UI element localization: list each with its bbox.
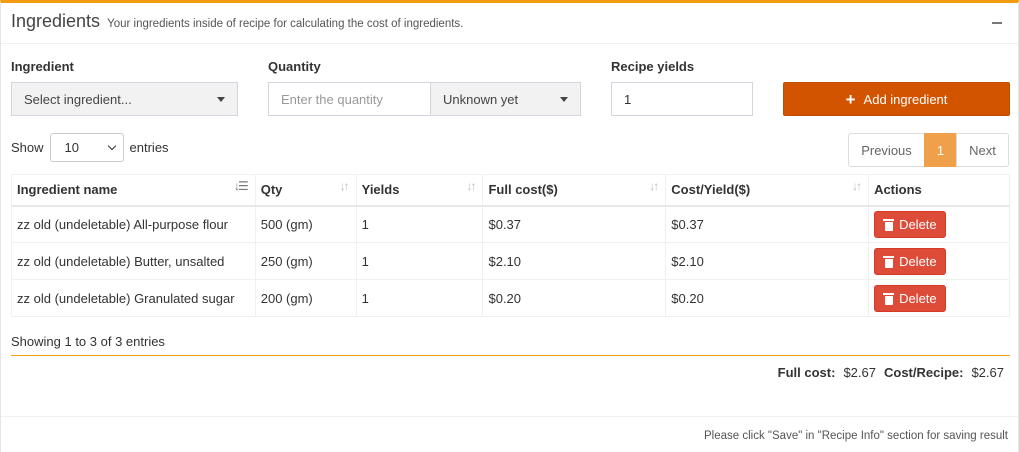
caret-down-icon xyxy=(560,97,568,102)
table-row: zz old (undeletable) Granulated sugar 20… xyxy=(11,279,1010,317)
table-header-row: Ingredient name ↓☰ Qty ↓↑ Yields ↓↑ Full co… xyxy=(11,174,1010,207)
pagination: Previous 1 Next xyxy=(848,133,1009,167)
recipe-yields-input[interactable]: 1 xyxy=(611,82,753,116)
cell-full-cost: $0.37 xyxy=(482,205,667,243)
show-label: Show xyxy=(11,140,44,155)
cell-qty: 500 (gm) xyxy=(254,205,357,243)
cell-cost-yield: $2.10 xyxy=(665,242,870,280)
entries-length-control: Show 10 entries xyxy=(11,133,169,162)
caret-down-icon xyxy=(217,97,225,102)
trash-icon xyxy=(883,218,895,231)
cell-ingredient-name: zz old (undeletable) Butter, unsalted xyxy=(11,242,256,280)
quantity-input[interactable]: Enter the quantity xyxy=(268,82,431,116)
entries-select-value: 10 xyxy=(64,140,79,155)
unit-select[interactable]: Unknown yet xyxy=(430,82,581,116)
quantity-placeholder: Enter the quantity xyxy=(281,91,383,107)
column-header-actions: Actions xyxy=(868,174,1010,207)
cell-qty: 200 (gm) xyxy=(254,279,357,317)
footer-divider xyxy=(1,416,1019,417)
trash-icon xyxy=(883,255,895,268)
panel-subtitle: Your ingredients inside of recipe for ca… xyxy=(107,18,464,30)
cost-totals: Full cost: $2.67 Cost/Recipe: $2.67 xyxy=(778,365,1004,380)
plus-icon: + xyxy=(845,89,856,109)
chevron-down-icon xyxy=(107,141,116,151)
panel-title-text: Ingredients xyxy=(11,11,101,31)
panel-header: Ingredients Your ingredients inside of r… xyxy=(1,3,1018,44)
page-1-button[interactable]: 1 xyxy=(924,133,957,167)
full-cost-value: $2.67 xyxy=(843,365,876,380)
column-header-yields[interactable]: Yields ↓↑ xyxy=(355,174,484,207)
column-header-cost-yield[interactable]: Cost/Yield($) ↓↑ xyxy=(665,174,870,207)
full-cost-label: Full cost: xyxy=(777,365,836,380)
add-ingredient-label: Add ingredient xyxy=(863,91,948,107)
cell-actions: Delete xyxy=(868,279,1010,317)
cell-full-cost: $2.10 xyxy=(482,242,667,280)
ingredient-select-value: Select ingredient... xyxy=(24,91,132,107)
sort-icon: ↓↑ xyxy=(649,179,659,193)
save-hint: Please click "Save" in "Recipe Info" sec… xyxy=(704,430,1008,442)
delete-label: Delete xyxy=(899,290,937,306)
delete-label: Delete xyxy=(899,216,937,232)
divider xyxy=(11,355,1010,356)
column-header-ingredient-name[interactable]: Ingredient name ↓☰ xyxy=(11,174,256,207)
delete-label: Delete xyxy=(899,253,937,269)
cell-ingredient-name: zz old (undeletable) All-purpose flour xyxy=(11,205,256,243)
cell-actions: Delete xyxy=(868,242,1010,280)
cell-qty: 250 (gm) xyxy=(254,242,357,280)
cell-full-cost: $0.20 xyxy=(482,279,667,317)
cell-yields: 1 xyxy=(355,205,484,243)
column-header-label: Ingredient name xyxy=(17,182,118,198)
collapse-icon[interactable] xyxy=(992,13,1004,27)
unit-select-value: Unknown yet xyxy=(443,91,519,107)
cell-ingredient-name: zz old (undeletable) Granulated sugar xyxy=(11,279,256,317)
add-ingredient-button[interactable]: + Add ingredient xyxy=(783,82,1010,116)
cost-recipe-label: Cost/Recipe: xyxy=(883,365,964,380)
delete-button[interactable]: Delete xyxy=(874,247,946,275)
trash-icon xyxy=(883,292,895,305)
next-page-button[interactable]: Next xyxy=(956,133,1009,167)
table-info: Showing 1 to 3 of 3 entries xyxy=(11,334,165,349)
sort-icon: ↓↑ xyxy=(466,179,476,193)
cell-cost-yield: $0.20 xyxy=(665,279,870,317)
ingredients-table: Ingredient name ↓☰ Qty ↓↑ Yields ↓↑ Full co… xyxy=(11,174,1010,317)
previous-page-button[interactable]: Previous xyxy=(848,133,925,167)
ingredients-panel: Ingredients Your ingredients inside of r… xyxy=(0,0,1019,452)
recipe-yields-value: 1 xyxy=(624,91,632,107)
column-header-label: Qty xyxy=(260,182,283,198)
delete-button[interactable]: Delete xyxy=(874,284,946,312)
quantity-label: Quantity xyxy=(268,59,321,74)
column-header-qty[interactable]: Qty ↓↑ xyxy=(254,174,357,207)
ingredient-label: Ingredient xyxy=(11,59,74,74)
column-header-label: Cost/Yield($) xyxy=(671,182,751,198)
table-row: zz old (undeletable) All-purpose flour 5… xyxy=(11,205,1010,243)
ingredient-select[interactable]: Select ingredient... xyxy=(11,82,238,116)
recipe-yields-label: Recipe yields xyxy=(611,59,695,74)
sort-desc-icon: ↓☰ xyxy=(233,179,249,193)
entries-label: entries xyxy=(129,140,169,155)
cell-yields: 1 xyxy=(355,242,484,280)
panel-title: Ingredients Your ingredients inside of r… xyxy=(11,11,463,32)
entries-select[interactable]: 10 xyxy=(49,133,124,162)
delete-button[interactable]: Delete xyxy=(874,210,946,238)
cell-actions: Delete xyxy=(868,205,1010,243)
column-header-label: Full cost($) xyxy=(488,182,558,198)
sort-icon: ↓↑ xyxy=(852,179,862,193)
column-header-label: Yields xyxy=(361,182,400,198)
sort-icon: ↓↑ xyxy=(339,179,350,193)
table-row: zz old (undeletable) Butter, unsalted 25… xyxy=(11,242,1010,280)
cost-recipe-value: $2.67 xyxy=(971,365,1004,380)
column-header-full-cost[interactable]: Full cost($) ↓↑ xyxy=(482,174,667,207)
cell-yields: 1 xyxy=(355,279,484,317)
cell-cost-yield: $0.37 xyxy=(665,205,870,243)
